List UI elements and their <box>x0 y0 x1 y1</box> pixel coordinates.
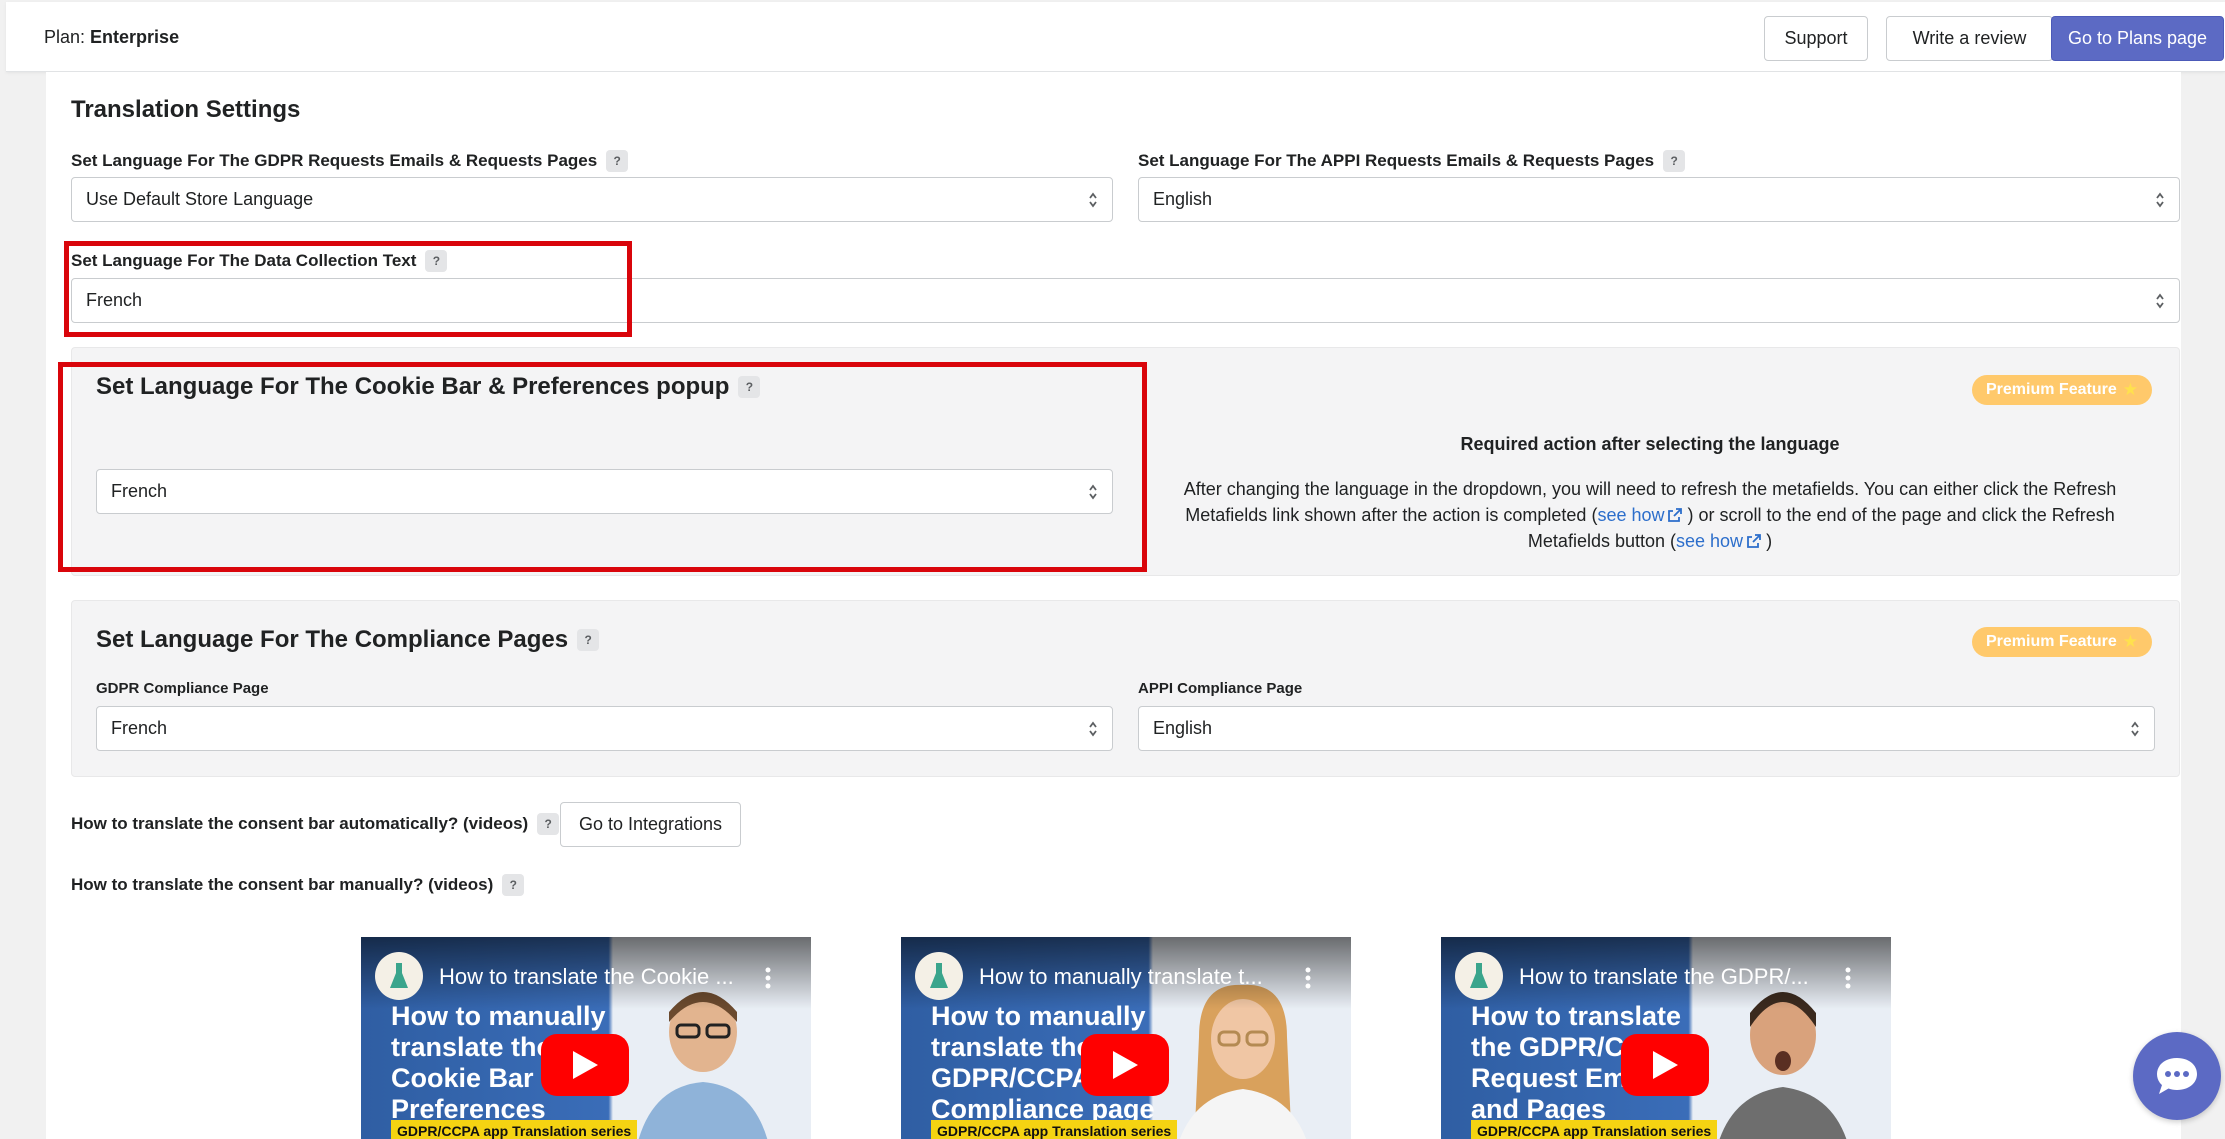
highlight-box-cookie-bar <box>58 362 1147 572</box>
video-title: How to translate the GDPR/... <box>1519 964 1809 989</box>
help-question-icon[interactable]: ? <box>577 629 600 651</box>
more-options-icon[interactable] <box>765 967 771 989</box>
write-review-button[interactable]: Write a review <box>1886 16 2053 61</box>
video-thumbnail-compliance-page[interactable]: How to manually translate t... How to ma… <box>901 937 1351 1139</box>
select-arrows-icon <box>2156 192 2164 207</box>
appi-requests-language-text: Set Language For The APPI Requests Email… <box>1138 151 1655 170</box>
gdpr-requests-language-value: Use Default Store Language <box>86 189 314 209</box>
more-options-icon[interactable] <box>1845 967 1851 989</box>
star-icon: ★ <box>2122 632 2138 651</box>
select-arrows-icon <box>2131 721 2139 736</box>
plan-indicator: Plan: Enterprise <box>44 27 179 48</box>
appi-requests-language-select[interactable]: English <box>1138 177 2180 222</box>
premium-feature-badge: Premium Feature ★ <box>1972 627 2152 657</box>
help-question-icon[interactable]: ? <box>606 150 629 172</box>
manual-translate-help-label: How to translate the consent bar manuall… <box>71 874 525 896</box>
channel-logo-icon <box>1455 952 1503 1000</box>
channel-logo-icon <box>375 952 423 1000</box>
compliance-pages-title: Set Language For The Compliance Pages ? <box>96 626 600 654</box>
external-link-icon <box>1668 508 1683 522</box>
top-bar: Plan: Enterprise Support Write a review … <box>6 2 2225 72</box>
select-arrows-icon <box>1089 192 1097 207</box>
help-question-icon[interactable]: ? <box>1663 150 1686 172</box>
see-how-link-2-text: see how <box>1676 531 1744 551</box>
video-title: How to translate the Cookie ... <box>439 964 734 989</box>
see-how-link-2[interactable]: see how <box>1676 531 1761 551</box>
gdpr-requests-language-label: Set Language For The GDPR Requests Email… <box>71 150 629 172</box>
gdpr-requests-language-text: Set Language For The GDPR Requests Email… <box>71 151 598 170</box>
gdpr-compliance-page-select[interactable]: French <box>96 706 1113 751</box>
premium-feature-badge: Premium Feature ★ <box>1972 375 2152 405</box>
appi-requests-language-value: English <box>1153 189 1213 209</box>
see-how-link-1-text: see how <box>1597 505 1665 525</box>
support-button[interactable]: Support <box>1764 16 1868 61</box>
video-thumbnail-cookie-bar[interactable]: How to translate the Cookie ... How to m… <box>361 937 811 1139</box>
channel-logo-icon <box>915 952 963 1000</box>
manual-translate-help-text: How to translate the consent bar manuall… <box>71 875 494 894</box>
appi-compliance-page-value: English <box>1153 718 1213 738</box>
select-arrows-icon <box>1089 721 1097 736</box>
help-question-icon[interactable]: ? <box>502 874 525 896</box>
compliance-pages-title-text: Set Language For The Compliance Pages <box>96 626 569 653</box>
star-icon: ★ <box>2122 380 2138 399</box>
required-action-text: After changing the language in the dropd… <box>1180 476 2120 554</box>
go-to-integrations-button[interactable]: Go to Integrations <box>560 802 741 847</box>
select-arrows-icon <box>2156 293 2164 308</box>
plan-prefix: Plan: <box>44 27 86 47</box>
appi-requests-language-label: Set Language For The APPI Requests Email… <box>1138 150 1686 172</box>
translation-settings-title: Translation Settings <box>71 96 301 123</box>
see-how-link-1[interactable]: see how <box>1597 505 1683 525</box>
chat-icon <box>2157 1058 2197 1094</box>
chat-widget-button[interactable] <box>2133 1032 2221 1120</box>
play-icon[interactable] <box>1081 1034 1169 1096</box>
external-link-icon <box>1747 534 1761 548</box>
appi-compliance-page-label: APPI Compliance Page <box>1138 680 1303 697</box>
appi-compliance-page-select[interactable]: English <box>1138 706 2155 751</box>
play-icon[interactable] <box>1621 1034 1709 1096</box>
auto-translate-help-label: How to translate the consent bar automat… <box>71 813 560 835</box>
video-series-tag: GDPR/CCPA app Translation series <box>931 1120 1178 1139</box>
gdpr-compliance-page-label: GDPR Compliance Page <box>96 680 269 697</box>
gdpr-compliance-page-value: French <box>111 718 168 738</box>
more-options-icon[interactable] <box>1305 967 1311 989</box>
plan-name: Enterprise <box>90 27 180 47</box>
highlight-box-data-collection <box>64 241 632 337</box>
video-thumbnail-request-emails[interactable]: How to translate the GDPR/... How to tra… <box>1441 937 1891 1139</box>
play-icon[interactable] <box>541 1034 629 1096</box>
gdpr-requests-language-select[interactable]: Use Default Store Language <box>71 177 1113 222</box>
help-question-icon[interactable]: ? <box>537 813 560 835</box>
video-series-tag: GDPR/CCPA app Translation series <box>1471 1120 1718 1139</box>
go-to-plans-button[interactable]: Go to Plans page <box>2051 16 2224 61</box>
required-action-title: Required action after selecting the lang… <box>1460 434 1840 454</box>
required-text-part3: ) <box>1766 531 1773 551</box>
premium-feature-label: Premium Feature <box>1986 633 2117 650</box>
video-title: How to manually translate t... <box>979 964 1263 989</box>
video-series-tag: GDPR/CCPA app Translation series <box>391 1120 638 1139</box>
premium-feature-label: Premium Feature <box>1986 381 2117 398</box>
auto-translate-help-text: How to translate the consent bar automat… <box>71 814 529 833</box>
